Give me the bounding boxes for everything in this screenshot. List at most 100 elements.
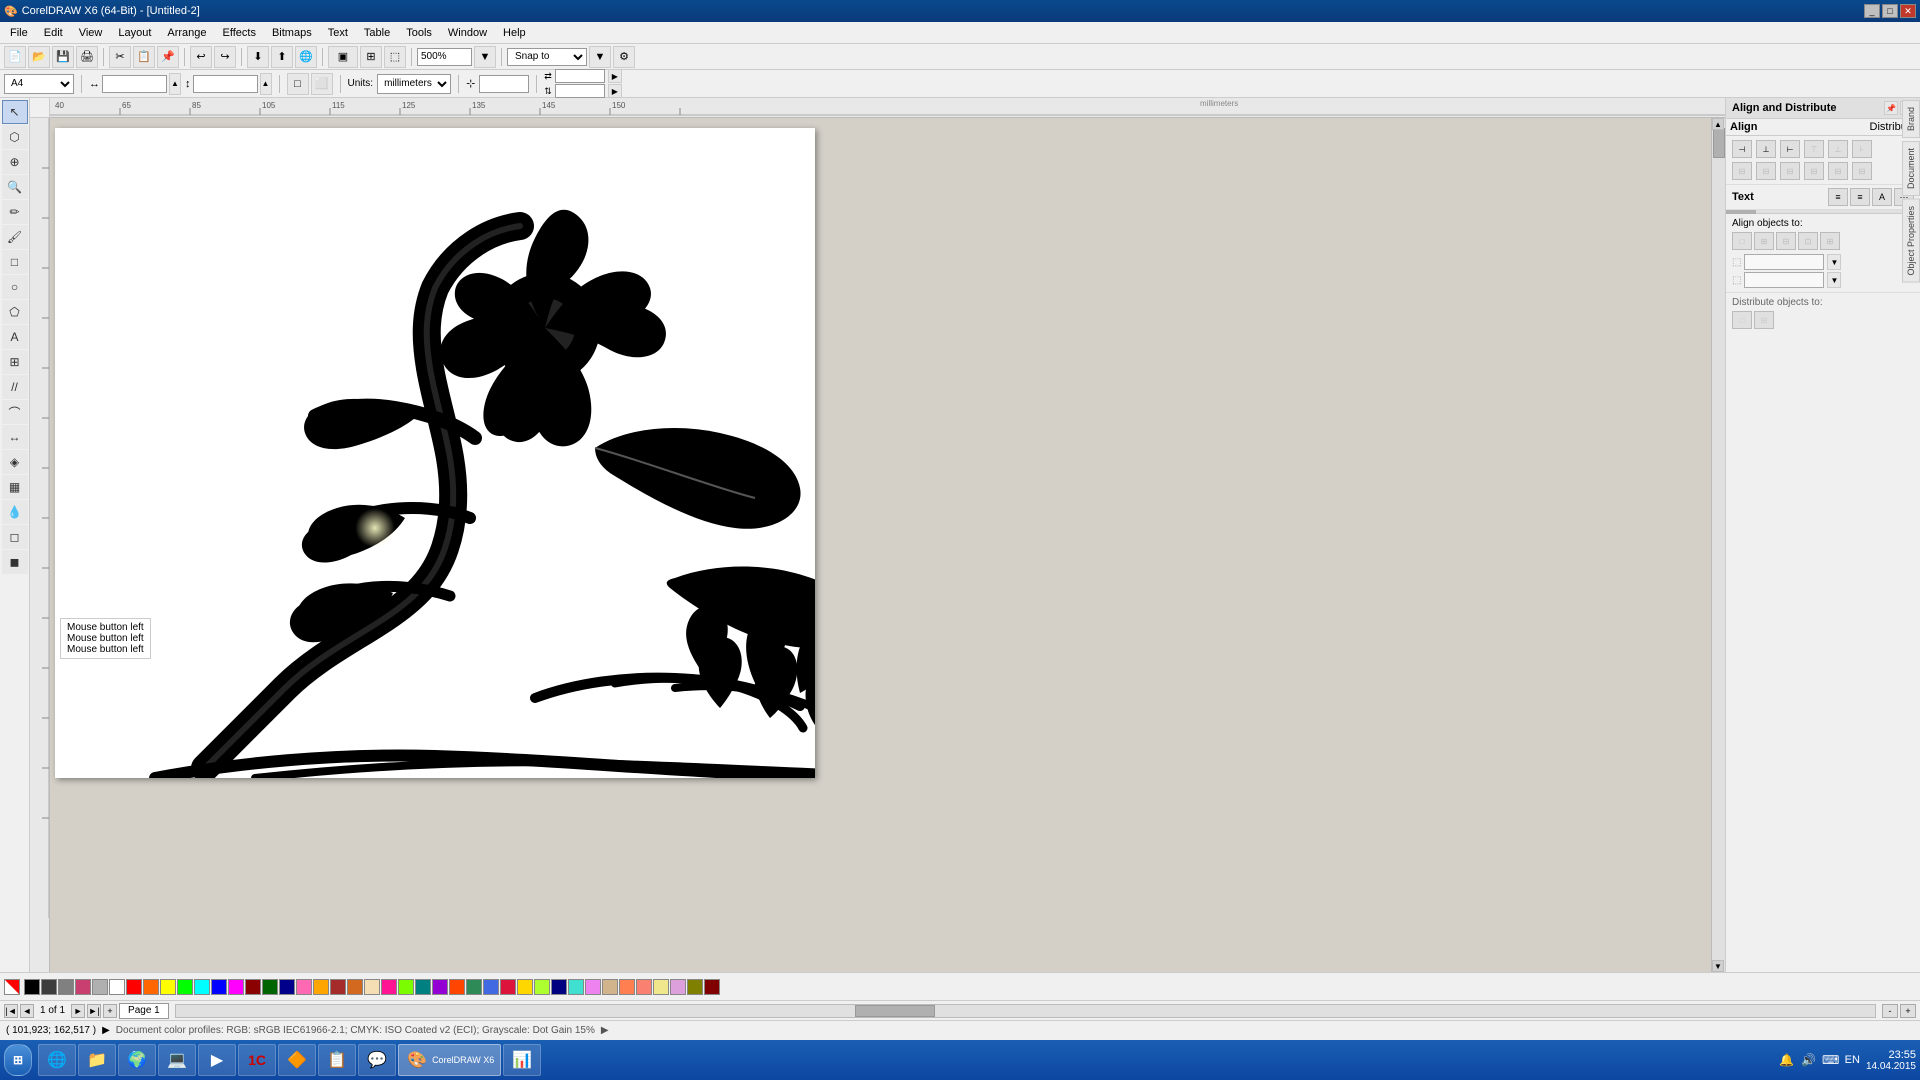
taskbar-computer[interactable]: 💻 — [158, 1044, 196, 1076]
select-tool[interactable]: ↖ — [2, 100, 28, 124]
crop-tool[interactable]: ⊕ — [2, 150, 28, 174]
dist-btn5[interactable]: ⊟ — [1828, 162, 1848, 180]
align-to-btn3[interactable]: ⊟ — [1776, 232, 1796, 250]
nudge-v-btn[interactable]: ▶ — [608, 84, 622, 98]
import-button[interactable]: ⬇ — [247, 46, 269, 68]
align-center-v-btn[interactable]: ⊥ — [1828, 140, 1848, 158]
color-dark-blue[interactable] — [279, 979, 295, 995]
page-canvas[interactable]: Mouse button left Mouse button left Mous… — [55, 128, 815, 778]
menu-item-table[interactable]: Table — [356, 22, 398, 44]
outline-tool[interactable]: ◻ — [2, 525, 28, 549]
align-top-btn[interactable]: ⊤ — [1804, 140, 1824, 158]
side-tab-brand[interactable]: Brand — [1902, 100, 1920, 138]
snap-options-btn[interactable]: ▼ — [589, 46, 611, 68]
redo-button[interactable]: ↪ — [214, 46, 236, 68]
color-gray[interactable] — [58, 979, 74, 995]
view-mode-btn2[interactable]: ⊞ — [360, 46, 382, 68]
menu-item-arrange[interactable]: Arrange — [159, 22, 214, 44]
color-black[interactable] — [24, 979, 40, 995]
y-coord-input[interactable]: 148,5 mm — [1744, 272, 1824, 288]
no-fill-swatch[interactable] — [4, 979, 20, 995]
freehand-tool[interactable]: ✏ — [2, 200, 28, 224]
align-center-h-btn[interactable]: ⊥ — [1756, 140, 1776, 158]
taskbar-skype[interactable]: 💬 — [358, 1044, 396, 1076]
menu-item-window[interactable]: Window — [440, 22, 495, 44]
taskbar-ie[interactable]: 🌍 — [118, 1044, 156, 1076]
color-magenta[interactable] — [228, 979, 244, 995]
menu-item-text[interactable]: Text — [320, 22, 356, 44]
page-prev-btn[interactable]: ◄ — [20, 1004, 34, 1018]
color-chocolate[interactable] — [347, 979, 363, 995]
color-lawngreen[interactable] — [398, 979, 414, 995]
color-yellow[interactable] — [160, 979, 176, 995]
color-deeppink[interactable] — [381, 979, 397, 995]
page-next-btn[interactable]: ► — [71, 1004, 85, 1018]
taskbar-chrome[interactable]: 🌐 — [38, 1044, 76, 1076]
copy-button[interactable]: 📋 — [133, 46, 155, 68]
color-maroon[interactable] — [704, 979, 720, 995]
no-fill-box[interactable] — [4, 979, 20, 995]
text-align-left-btn[interactable]: ≡ — [1828, 188, 1848, 206]
color-cyan[interactable] — [194, 979, 210, 995]
snap-to-select[interactable]: Snap to — [507, 48, 587, 66]
align-left-btn[interactable]: ⊣ — [1732, 140, 1752, 158]
nudge-h-input[interactable]: 5,0 mm — [555, 69, 605, 83]
view-mode-btn1[interactable]: ▣ — [328, 46, 358, 68]
dist-btn4[interactable]: ⊟ — [1804, 162, 1824, 180]
eyedropper-tool[interactable]: 💧 — [2, 500, 28, 524]
align-to-btn5[interactable]: ⊞ — [1820, 232, 1840, 250]
color-royalblue[interactable] — [483, 979, 499, 995]
zoom-dropdown[interactable]: ▼ — [474, 46, 496, 68]
export-button[interactable]: ⬆ — [271, 46, 293, 68]
parallel-tool[interactable]: // — [2, 375, 28, 399]
x-coord-input[interactable]: 105,0 mm — [1744, 254, 1824, 270]
width-input[interactable]: 210,0 mm — [102, 75, 167, 93]
minimize-button[interactable]: _ — [1864, 4, 1880, 18]
color-plum[interactable] — [670, 979, 686, 995]
align-to-btn2[interactable]: ⊞ — [1754, 232, 1774, 250]
color-olive[interactable] — [687, 979, 703, 995]
height-spinner-up[interactable]: ▲ — [260, 73, 272, 95]
color-salmon[interactable] — [636, 979, 652, 995]
color-tan[interactable] — [602, 979, 618, 995]
color-violet[interactable] — [585, 979, 601, 995]
smart-fill-tool[interactable]: ▦ — [2, 475, 28, 499]
interactive-fill-tool[interactable]: ◈ — [2, 450, 28, 474]
print-button[interactable]: 🖨 — [76, 46, 98, 68]
portrait-btn[interactable]: □ — [287, 73, 309, 95]
tray-icon1[interactable]: 🔔 — [1779, 1052, 1795, 1068]
color-purple[interactable] — [432, 979, 448, 995]
undo-button[interactable]: ↩ — [190, 46, 212, 68]
dist-btn1[interactable]: ⊟ — [1732, 162, 1752, 180]
start-button[interactable]: ⊞ — [4, 1044, 32, 1076]
options-btn[interactable]: ⚙ — [613, 46, 635, 68]
maximize-button[interactable]: □ — [1882, 4, 1898, 18]
paste-button[interactable]: 📌 — [157, 46, 179, 68]
color-teal[interactable] — [415, 979, 431, 995]
ellipse-tool[interactable]: ○ — [2, 275, 28, 299]
shape-tool[interactable]: ⬡ — [2, 125, 28, 149]
artistic-media-tool[interactable]: 🖌 — [2, 225, 28, 249]
taskbar-app7[interactable]: 📋 — [318, 1044, 356, 1076]
width-spinner-up[interactable]: ▲ — [169, 73, 181, 95]
vertical-scrollbar[interactable]: ▲ ▼ — [1711, 118, 1725, 972]
color-greenyellow[interactable] — [534, 979, 550, 995]
nudge-input[interactable]: 1,0 mm — [479, 75, 529, 93]
dist-btn3[interactable]: ⊟ — [1780, 162, 1800, 180]
dist-btn6[interactable]: ⊟ — [1852, 162, 1872, 180]
nudge-h-btn[interactable]: ▶ — [608, 69, 622, 83]
new-button[interactable]: 📄 — [4, 46, 26, 68]
color-orange[interactable] — [143, 979, 159, 995]
taskbar-coreldraw-active[interactable]: 🎨 CorelDRAW X6 — [398, 1044, 501, 1076]
color-seagreen[interactable] — [466, 979, 482, 995]
y-coord-btn[interactable]: ▼ — [1827, 272, 1841, 288]
page-last-btn[interactable]: ►| — [87, 1004, 101, 1018]
vscroll-down-btn[interactable]: ▼ — [1712, 960, 1724, 972]
panel-pin-btn[interactable]: 📌 — [1884, 101, 1898, 115]
publish-button[interactable]: 🌐 — [295, 46, 317, 68]
side-tab-document[interactable]: Document — [1902, 141, 1920, 196]
color-dark-green[interactable] — [262, 979, 278, 995]
nudge-v-input[interactable]: 5,0 mm — [555, 84, 605, 98]
page-tab-1[interactable]: Page 1 — [119, 1003, 169, 1019]
menu-item-bitmaps[interactable]: Bitmaps — [264, 22, 320, 44]
